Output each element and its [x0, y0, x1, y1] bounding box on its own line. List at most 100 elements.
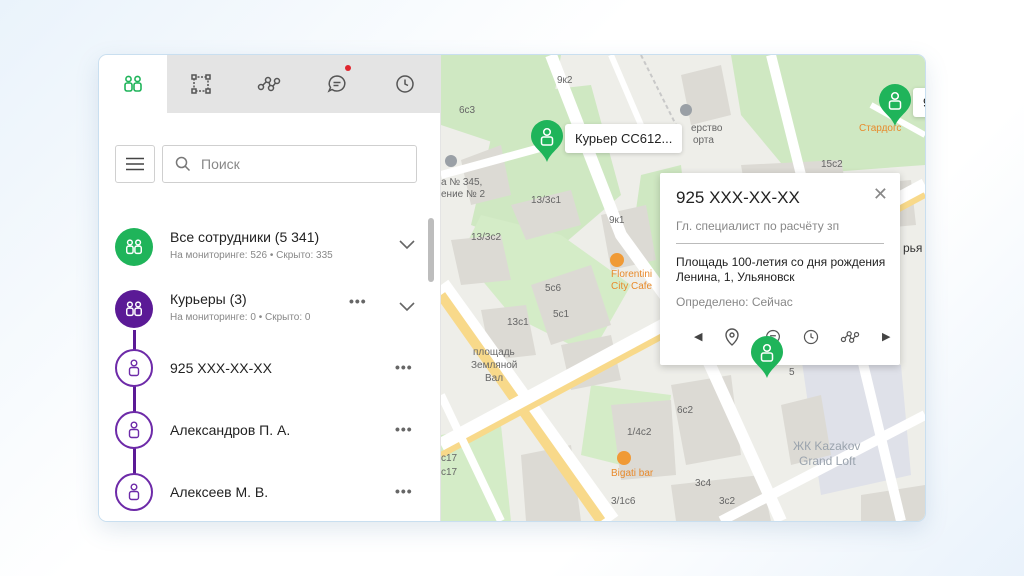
person-icon	[128, 421, 140, 439]
map-label: City Cafe	[611, 281, 653, 292]
location-icon[interactable]	[724, 328, 740, 346]
group-subtitle: На мониторинге: 526 • Скрыто: 335	[170, 250, 333, 261]
map-label: 5	[789, 367, 795, 378]
app-window: Все сотрудники (5 341) На мониторинге: 5…	[99, 55, 925, 521]
chevron-down-icon[interactable]	[399, 240, 415, 250]
map-label: 13/3с1	[531, 195, 562, 206]
map-pin-icon	[531, 120, 563, 162]
map-label: 6с2	[677, 405, 694, 416]
map-label: 5с6	[545, 283, 562, 294]
route-icon[interactable]	[840, 328, 860, 346]
employee-avatar	[115, 349, 153, 387]
route-icon	[257, 76, 281, 92]
chevron-down-icon[interactable]	[399, 302, 415, 312]
search-input[interactable]	[199, 155, 413, 173]
notification-dot	[345, 65, 351, 71]
employee-list: Все сотрудники (5 341) На мониторинге: 5…	[99, 215, 440, 521]
map-view[interactable]: 9к2 6с3 ерство орта 15с2 Стардогс а № 34…	[441, 55, 925, 521]
map-label: Bigati bar	[611, 468, 654, 479]
map-label: 3/1с6	[611, 496, 636, 507]
group-icon	[126, 301, 142, 317]
map-label: 9к2	[557, 75, 573, 86]
map-label: 15с2	[821, 159, 843, 170]
employee-map-pin[interactable]	[878, 83, 912, 127]
group-subtitle: На мониторинге: 0 • Скрыто: 0	[170, 312, 311, 323]
map-pin-icon	[751, 336, 783, 378]
map-label: Grand Loft	[799, 454, 856, 468]
employee-row[interactable]: Александров П. А. •••	[99, 411, 429, 451]
card-address: Площадь 100-летия со дня рождения Ленина…	[676, 255, 886, 284]
pin-label[interactable]: 925 XXX-XX-XX	[913, 88, 925, 117]
tab-bar	[99, 55, 440, 113]
next-icon[interactable]: ▶	[882, 330, 890, 343]
map-label: 13/3с2	[471, 232, 502, 243]
tab-geofences[interactable]	[167, 55, 235, 113]
card-title: 925 XXX-XX-XX	[676, 188, 800, 207]
more-options-icon[interactable]: •••	[395, 421, 413, 437]
card-role: Гл. специалист по расчёту зп	[676, 219, 840, 233]
map-label: 5с1	[553, 309, 570, 320]
map-label: Вал	[485, 373, 504, 384]
employee-avatar	[115, 411, 153, 449]
tab-chat[interactable]	[303, 55, 371, 113]
map-label: 13с1	[507, 317, 529, 328]
group-couriers[interactable]: Курьеры (3) На мониторинге: 0 • Скрыто: …	[99, 287, 429, 331]
employee-row[interactable]: 925 XXX-XX-XX •••	[99, 349, 429, 389]
map-label: площадь	[473, 347, 515, 358]
map-label: с17	[441, 453, 458, 464]
map-label: а № 345,	[441, 177, 483, 188]
group-avatar	[115, 290, 153, 328]
employee-name: 925 XXX-XX-XX	[170, 360, 272, 376]
person-icon	[128, 483, 140, 501]
pin-label[interactable]: Курьер СС612...	[565, 124, 683, 153]
map-label: 3с4	[695, 478, 712, 489]
employee-name: Алексеев М. В.	[170, 484, 269, 500]
map-label: 9к1	[609, 215, 625, 226]
employee-name: Александров П. А.	[170, 422, 291, 438]
map-label: рья	[903, 241, 923, 255]
employee-avatar	[115, 473, 153, 511]
list-scrollbar[interactable]	[428, 218, 434, 282]
hamburger-icon	[126, 157, 144, 171]
group-title: Курьеры (3)	[170, 291, 247, 307]
selected-employee-pin[interactable]	[750, 335, 784, 379]
search-box	[162, 145, 417, 183]
card-actions: ◀ ▶	[694, 328, 894, 348]
map-label: 3с2	[719, 496, 736, 507]
map-label: Florentini	[611, 269, 653, 280]
map-label: 1/4с2	[627, 427, 652, 438]
map-label: 6с3	[459, 105, 476, 116]
history-icon[interactable]	[802, 328, 820, 346]
tab-history[interactable]	[371, 55, 439, 113]
divider	[676, 243, 884, 244]
map-label: ЖК Kazakov	[793, 439, 861, 453]
more-options-icon[interactable]: •••	[395, 359, 413, 375]
person-icon	[128, 359, 140, 377]
employee-panel: Все сотрудники (5 341) На мониторинге: 5…	[99, 55, 441, 521]
menu-button[interactable]	[115, 145, 155, 183]
group-title: Все сотрудники (5 341)	[170, 229, 320, 245]
history-icon	[396, 75, 414, 93]
chat-icon	[327, 75, 346, 93]
employee-row[interactable]: Алексеев М. В. •••	[99, 473, 429, 513]
map-label: орта	[693, 135, 714, 146]
prev-icon[interactable]: ◀	[694, 330, 702, 343]
more-options-icon[interactable]: •••	[349, 293, 367, 309]
card-detected: Определено: Сейчас	[676, 295, 793, 309]
map-label: Земляной	[471, 360, 518, 371]
map-label: с17	[441, 467, 458, 478]
employees-icon	[124, 75, 142, 92]
map-label: ерство	[691, 123, 723, 134]
search-icon	[175, 156, 191, 172]
group-avatar	[115, 228, 153, 266]
map-pin-icon	[879, 84, 911, 126]
map-label: ение № 2	[441, 189, 486, 200]
group-all-employees[interactable]: Все сотрудники (5 341) На мониторинге: 5…	[99, 225, 429, 269]
more-options-icon[interactable]: •••	[395, 483, 413, 499]
tab-routes[interactable]	[235, 55, 303, 113]
courier-map-pin[interactable]	[530, 119, 564, 163]
geofence-icon	[191, 74, 211, 94]
group-icon	[126, 239, 142, 255]
close-icon[interactable]: ✕	[873, 185, 888, 203]
tab-employees[interactable]	[99, 55, 167, 113]
